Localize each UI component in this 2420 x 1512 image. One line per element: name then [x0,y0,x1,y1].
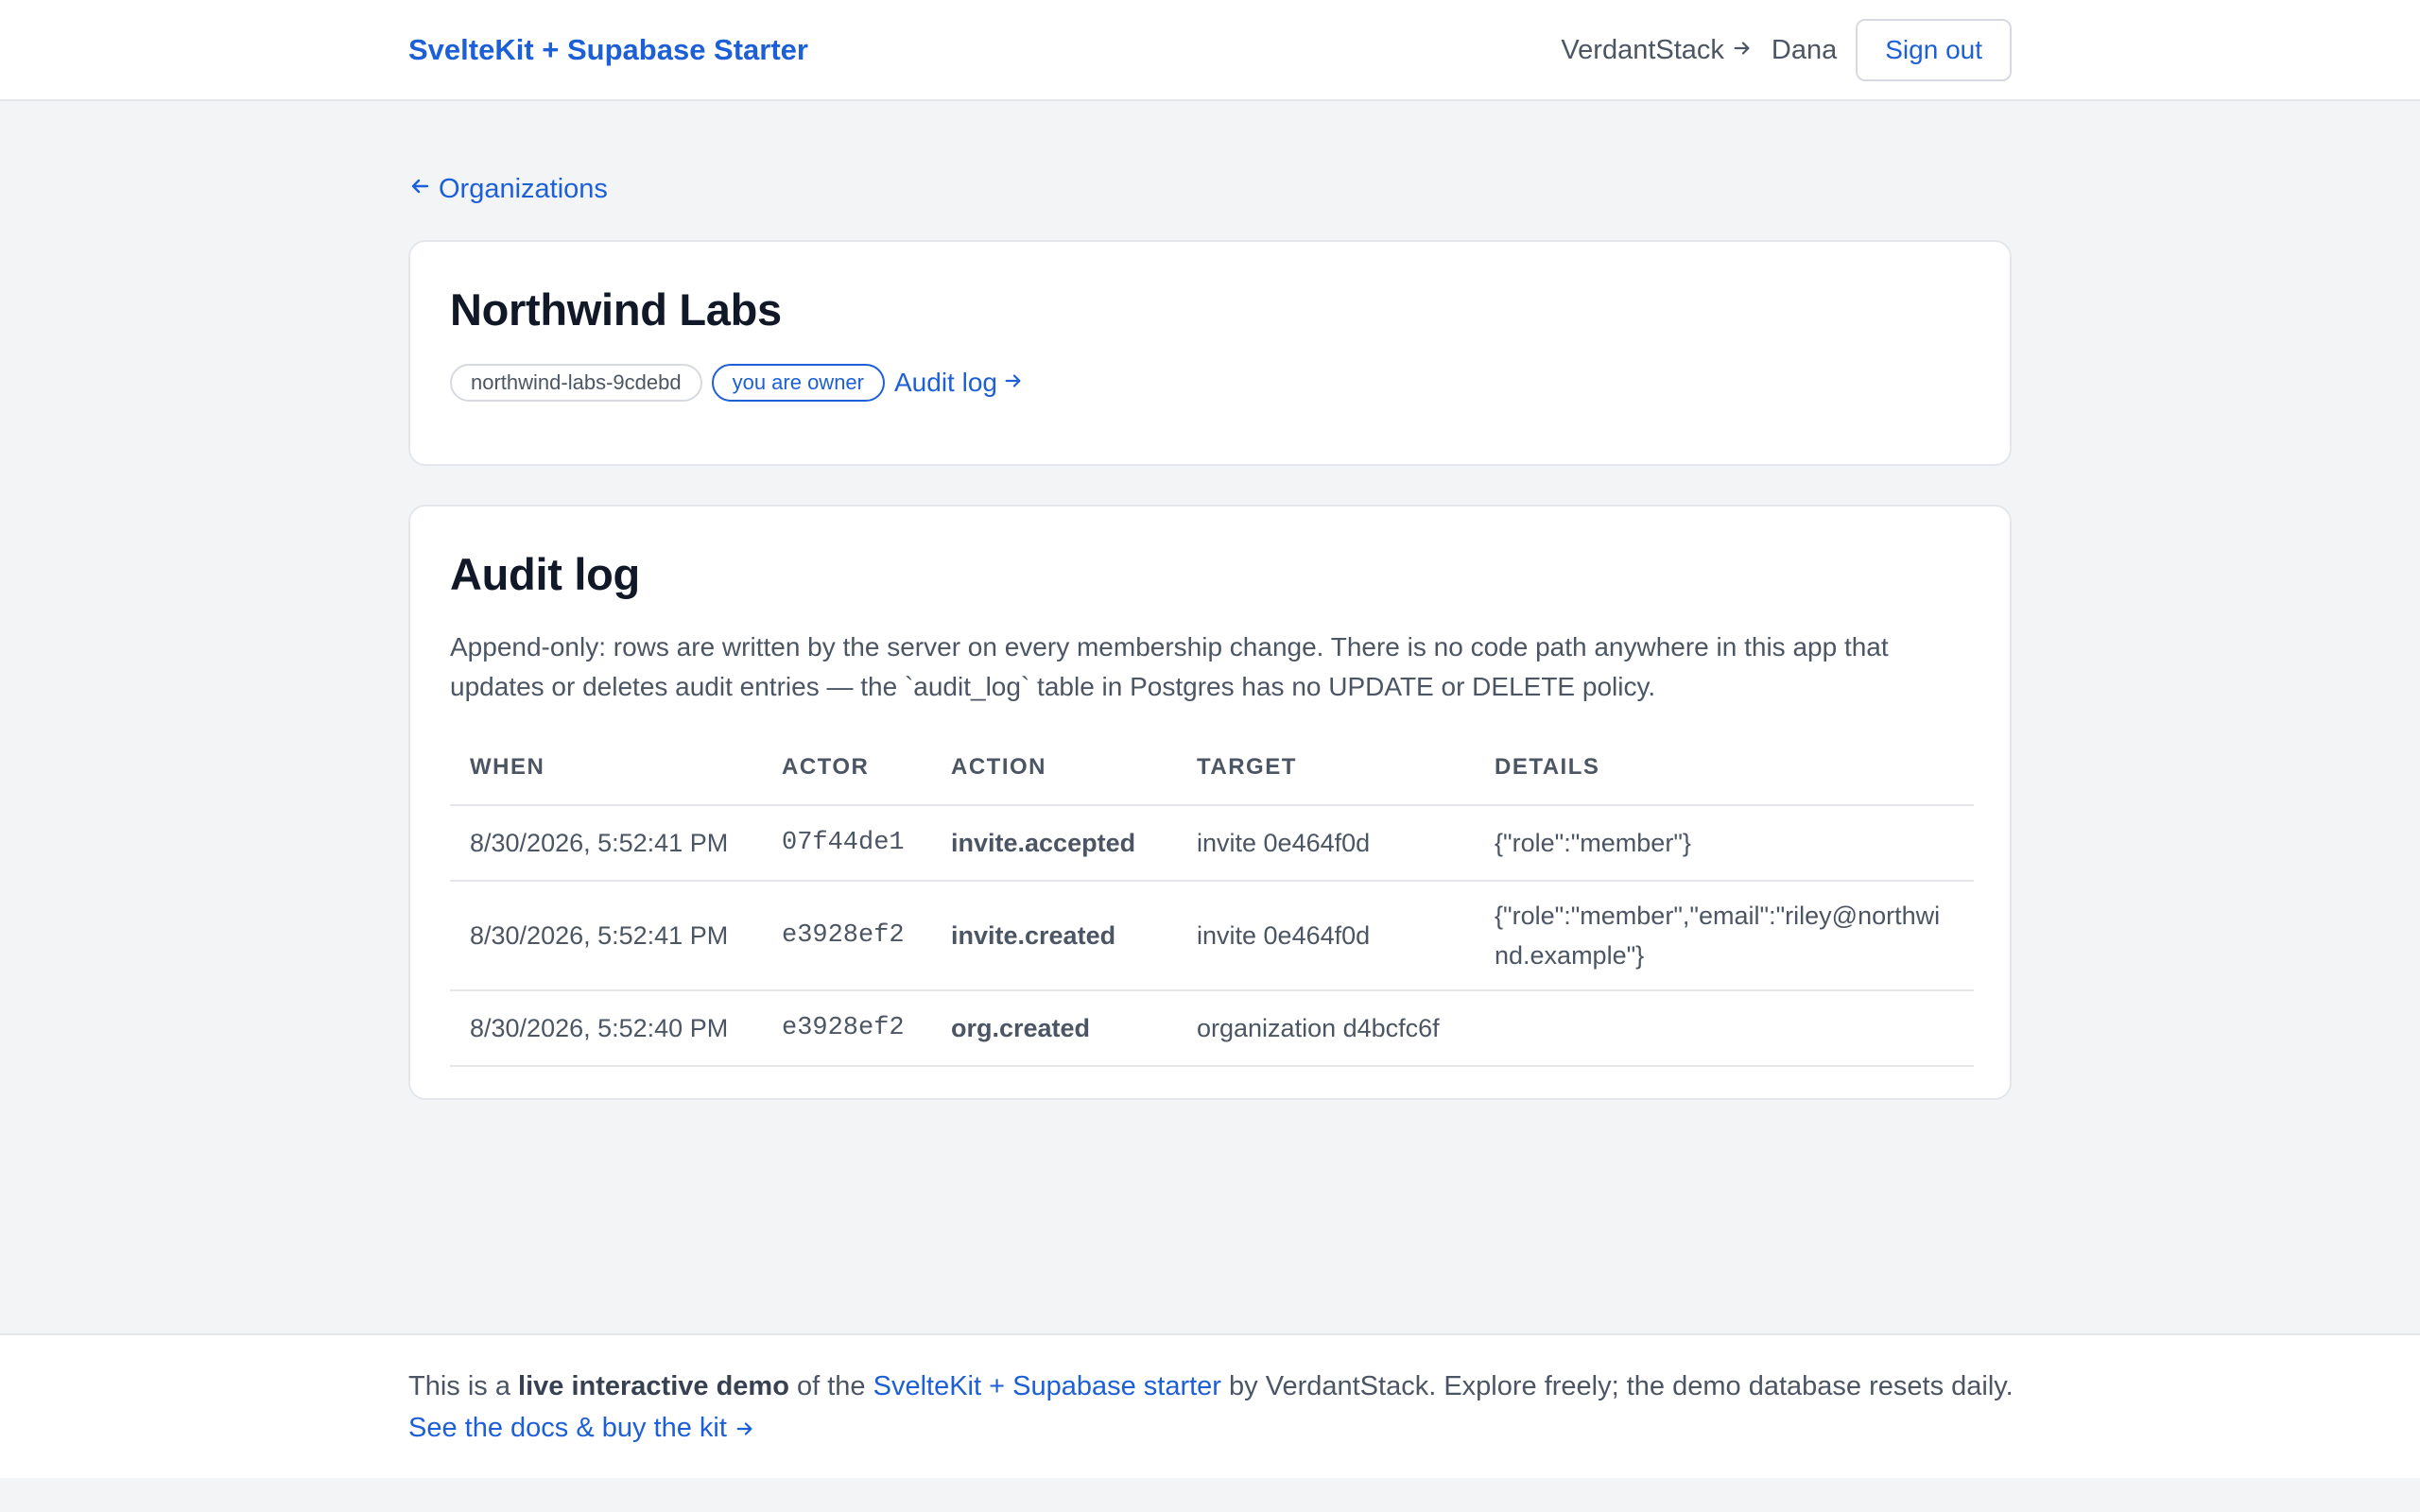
organization-card: Northwind Labs northwind-labs-9cdebd you… [408,240,2012,466]
demo-notice-emphasis: live interactive demo [518,1371,789,1401]
back-to-organizations-link[interactable]: Organizations [408,174,608,205]
column-header-details: DETAILS [1475,730,1974,806]
arrow-left-icon [408,174,431,205]
column-header-when: WHEN [450,730,762,806]
audit-log-link[interactable]: Audit log [894,368,1024,398]
docs-and-buy-link[interactable]: See the docs & buy the kit [408,1413,755,1443]
demo-notice-prefix: This is a [408,1371,519,1401]
audit-log-link-label: Audit log [894,368,997,397]
cell-when: 8/30/2026, 5:52:41 PM [450,805,762,882]
audit-log-title: Audit log [450,549,640,599]
demo-footer: This is a live interactive demo of the S… [0,1333,2420,1478]
audit-log-card: Audit log Append-only: rows are written … [408,505,2012,1100]
cell-actor: e3928ef2 [762,881,931,991]
demo-notice: This is a live interactive demo of the S… [408,1366,2034,1449]
cell-actor: 07f44de1 [762,805,931,882]
arrow-right-icon [1003,368,1024,398]
column-header-action: ACTION [931,730,1177,806]
brand-home-link[interactable]: SvelteKit + Supabase Starter [408,0,808,100]
audit-log-description: Append-only: rows are written by the ser… [450,632,1889,701]
table-row: 8/30/2026, 5:52:40 PM e3928ef2 org.creat… [450,990,1974,1067]
vendor-link[interactable]: VerdantStack [1561,35,1753,66]
column-header-target: TARGET [1177,730,1475,806]
demo-notice-suffix: by VerdantStack. Explore freely; the dem… [1220,1371,2014,1401]
cell-target: invite 0e464f0d [1177,805,1475,882]
cell-details: {"role":"member"} [1475,805,1974,882]
cell-actor: e3928ef2 [762,990,931,1067]
arrow-right-icon [735,1407,755,1449]
organization-meta: northwind-labs-9cdebd you are owner Audi… [450,364,1024,402]
back-link-label: Organizations [439,174,608,204]
cell-target: organization d4bcfc6f [1177,990,1475,1067]
cell-when: 8/30/2026, 5:52:40 PM [450,990,762,1067]
table-row: 8/30/2026, 5:52:41 PM 07f44de1 invite.ac… [450,805,1974,882]
column-header-actor: ACTOR [762,730,931,806]
current-user-name: Dana [1771,34,1838,65]
vendor-link-label: VerdantStack [1561,34,1724,65]
table-row: 8/30/2026, 5:52:41 PM e3928ef2 invite.cr… [450,881,1974,991]
role-badge: you are owner [711,364,885,402]
starter-kit-link[interactable]: SvelteKit + Supabase starter [873,1371,1221,1401]
demo-notice-middle: of the [788,1371,873,1401]
cell-details [1475,990,1974,1067]
cell-action: org.created [931,990,1177,1067]
arrow-right-icon [1732,35,1753,66]
cell-target: invite 0e464f0d [1177,881,1475,991]
table-header-row: WHEN ACTOR ACTION TARGET DETAILS [450,730,1974,806]
cell-action: invite.accepted [931,805,1177,882]
organization-name: Northwind Labs [450,284,782,335]
sign-out-button[interactable]: Sign out [1856,19,2012,81]
header-actions: VerdantStack Dana Sign out [1561,0,2012,100]
audit-log-table: WHEN ACTOR ACTION TARGET DETAILS 8/30/20… [450,730,1974,1067]
cell-when: 8/30/2026, 5:52:41 PM [450,881,762,991]
top-navigation-bar: SvelteKit + Supabase Starter VerdantStac… [0,0,2420,101]
cell-details: {"role":"member","email":"riley@northwin… [1475,881,1974,991]
organization-slug-badge: northwind-labs-9cdebd [450,364,702,402]
docs-and-buy-label: See the docs & buy the kit [408,1413,727,1443]
cell-action: invite.created [931,881,1177,991]
